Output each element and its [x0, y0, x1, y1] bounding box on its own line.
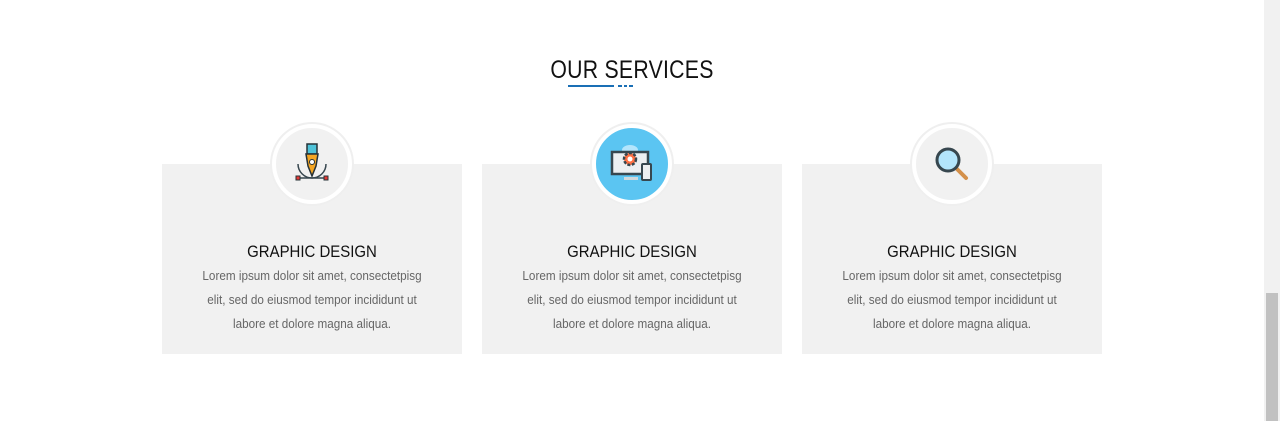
scrollbar[interactable] — [1264, 0, 1280, 421]
scrollbar-thumb[interactable] — [1266, 293, 1278, 421]
service-title: GRAPHIC DESIGN — [567, 242, 697, 261]
service-description: Lorem ipsum dolor sit amet, consectetpis… — [842, 268, 1062, 331]
section-title: OUR SERVICES — [550, 56, 714, 84]
title-underline-dot — [618, 85, 622, 87]
service-title: GRAPHIC DESIGN — [247, 242, 377, 261]
service-title: GRAPHIC DESIGN — [887, 242, 1017, 261]
pen-tool-icon — [272, 124, 352, 204]
title-underline-dash — [629, 85, 633, 87]
service-description: Lorem ipsum dolor sit amet, consectetpis… — [522, 268, 742, 331]
monitor-gear-icon — [592, 124, 672, 204]
service-card[interactable]: GRAPHIC DESIGN Lorem ipsum dolor sit ame… — [162, 124, 462, 354]
service-card[interactable]: GRAPHIC DESIGN Lorem ipsum dolor sit ame… — [482, 124, 782, 354]
title-underline — [568, 85, 614, 87]
service-card[interactable]: GRAPHIC DESIGN Lorem ipsum dolor sit ame… — [802, 124, 1102, 354]
title-underline-dot — [624, 85, 627, 87]
service-description: Lorem ipsum dolor sit amet, consectetpis… — [202, 268, 422, 331]
magnifier-icon — [912, 124, 992, 204]
